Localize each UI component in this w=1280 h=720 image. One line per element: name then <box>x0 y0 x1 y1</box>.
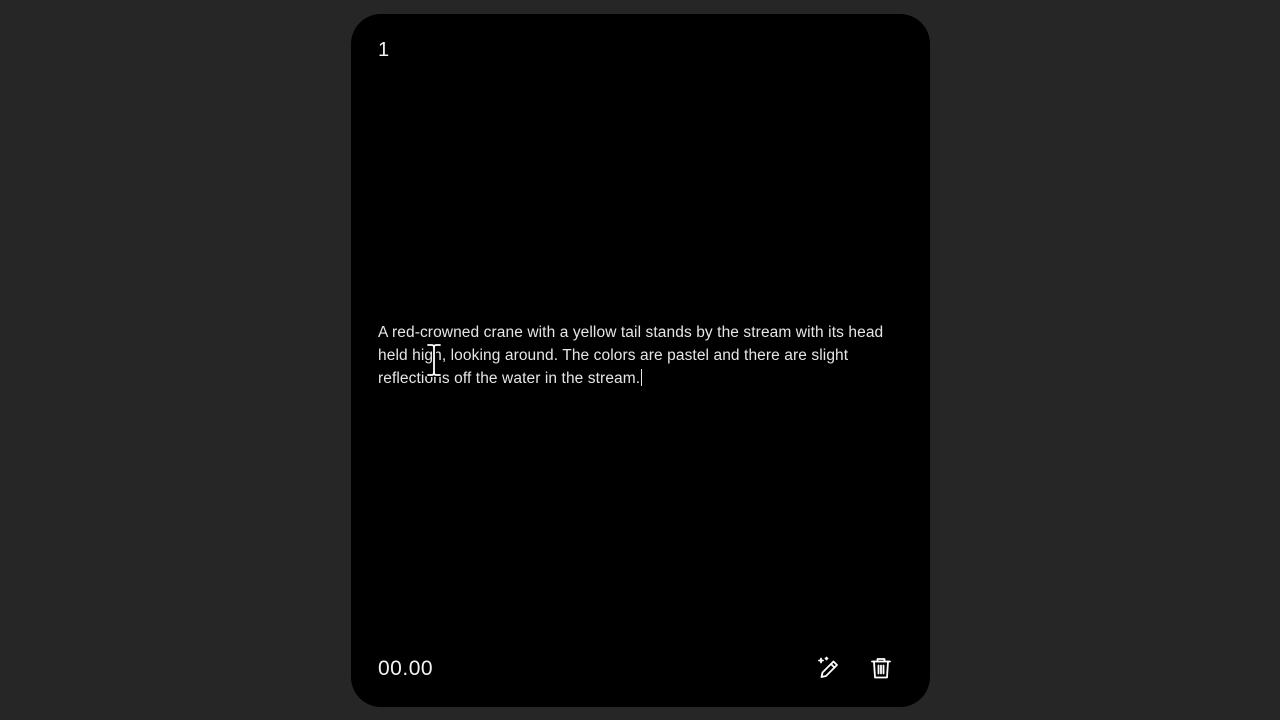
duration-label: 00.00 <box>378 657 434 680</box>
prompt-text: A red-crowned crane with a yellow tail s… <box>378 324 884 387</box>
card-index: 1 <box>378 39 390 61</box>
card-actions <box>815 654 895 682</box>
wand-pencil-icon <box>818 656 838 678</box>
text-caret <box>641 369 643 386</box>
prompt-text-editor[interactable]: A red-crowned crane with a yellow tail s… <box>378 321 898 390</box>
trash-icon <box>871 658 891 679</box>
delete-button[interactable] <box>867 654 895 682</box>
scene-card[interactable]: 1 A red-crowned crane with a yellow tail… <box>351 14 930 707</box>
app-stage: 1 A red-crowned crane with a yellow tail… <box>0 0 1280 720</box>
magic-edit-button[interactable] <box>815 654 843 682</box>
